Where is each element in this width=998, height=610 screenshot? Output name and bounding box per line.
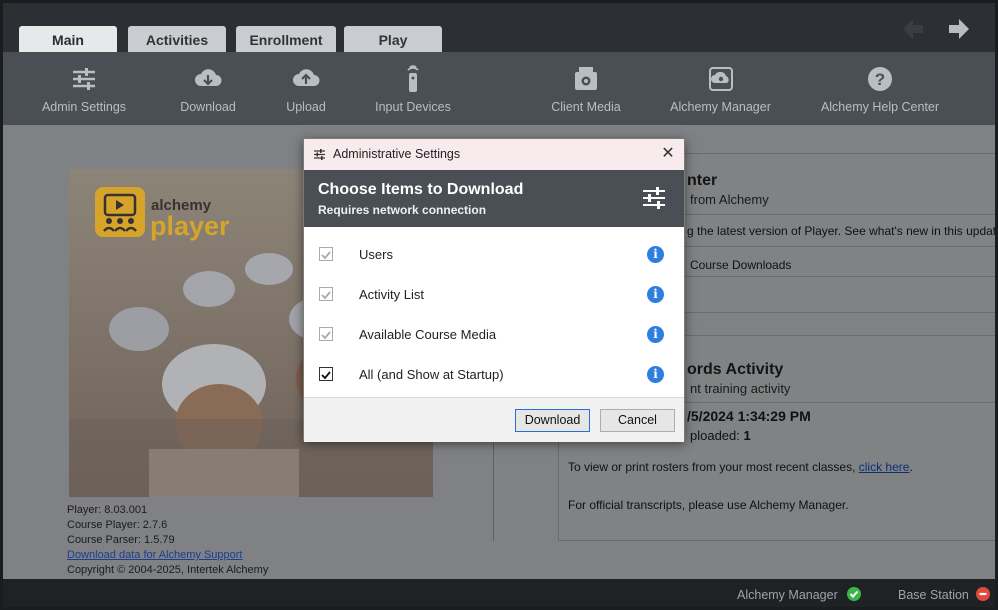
news-card-title: nter [687, 172, 718, 189]
info-icon[interactable]: i [647, 366, 664, 383]
player-info: Player: 8.03.001 Course Player: 2.7.6 Co… [67, 503, 268, 578]
dialog-footer: Download Cancel [304, 397, 684, 442]
remote-icon [407, 65, 419, 92]
admin-settings-label: Admin Settings [41, 100, 127, 114]
cloud-gear-icon [708, 67, 733, 91]
tab-bar: Main Activities Enrollment Play [3, 3, 995, 55]
admin-settings-button[interactable]: Admin Settings [39, 52, 129, 125]
roster-text-row: To view or print rosters from your most … [568, 460, 913, 474]
dialog-titlebar[interactable]: Administrative Settings ✕ [304, 139, 684, 170]
uploaded-count: 1 [743, 428, 751, 443]
alchemy-player-logo: alchemy player [95, 187, 230, 241]
dialog-heading: Choose Items to Download [318, 181, 524, 198]
upload-label: Upload [286, 100, 326, 114]
option-users: Users i [304, 235, 684, 275]
tab-play[interactable]: Play [344, 26, 442, 54]
info-icon[interactable]: i [647, 246, 664, 263]
dialog-subheading: Requires network connection [318, 203, 487, 217]
roster-link[interactable]: click here [859, 460, 910, 474]
upload-button[interactable]: Upload [261, 52, 351, 125]
dialog-title: Administrative Settings [333, 147, 461, 161]
tab-enrollment[interactable]: Enrollment [236, 26, 336, 54]
download-button[interactable]: Download [515, 409, 590, 432]
records-card-subtitle: nt training activity [690, 381, 791, 396]
all-checkbox[interactable] [319, 367, 333, 381]
dialog-header: Choose Items to Download Requires networ… [304, 170, 684, 227]
client-media-button[interactable]: Client Media [541, 52, 631, 125]
player-version: Player: 8.03.001 [67, 504, 148, 516]
support-download-link[interactable]: Download data for Alchemy Support [67, 549, 243, 561]
sliders-icon [73, 68, 95, 90]
input-devices-label: Input Devices [375, 100, 451, 114]
alchemy-manager-label: Alchemy Manager [670, 100, 771, 114]
client-media-label: Client Media [551, 100, 621, 114]
roster-text: To view or print rosters from your most … [568, 460, 856, 474]
option-activity-list: Activity List i [304, 275, 684, 315]
course-player-version: Course Player: 2.7.6 [67, 519, 168, 531]
users-label: Users [359, 247, 393, 262]
uploaded-label: ploaded: [690, 428, 740, 443]
records-card-title: ords Activity [687, 361, 784, 378]
news-card-subtitle: from Alchemy [690, 192, 769, 207]
news-card-update-text: g the latest version of Player. See what… [687, 224, 998, 238]
svg-text:?: ? [875, 70, 885, 89]
all-label[interactable]: All (and Show at Startup) [359, 367, 504, 382]
alchemy-manager-button[interactable]: Alchemy Manager [668, 52, 773, 125]
media-icon [575, 67, 597, 90]
activity-list-label: Activity List [359, 287, 425, 302]
tab-main[interactable]: Main [19, 26, 117, 54]
base-station-label: Base Station [898, 588, 969, 602]
close-icon[interactable]: ✕ [658, 144, 678, 164]
manager-status-icon [847, 587, 861, 601]
tab-activities[interactable]: Activities [128, 26, 226, 54]
admin-settings-dialog: Administrative Settings ✕ Choose Items t… [303, 138, 685, 442]
back-arrow-icon[interactable] [899, 15, 927, 43]
toolbar: Admin Settings Download Upload Input Dev… [3, 52, 995, 125]
copyright-text: Copyright © 2004-2025, Intertek Alchemy [67, 564, 269, 576]
course-media-label: Available Course Media [359, 327, 497, 342]
cloud-upload-icon [293, 69, 320, 86]
cloud-download-icon [195, 69, 222, 86]
info-icon[interactable]: i [647, 286, 664, 303]
roster-end: . [909, 460, 913, 474]
course-parser-version: Course Parser: 1.5.79 [67, 534, 175, 546]
base-station-status-icon [976, 587, 990, 601]
status-bar: Alchemy Manager Base Station [3, 579, 995, 607]
help-icon: ? [868, 67, 892, 91]
option-course-media: Available Course Media i [304, 315, 684, 355]
help-center-label: Alchemy Help Center [820, 100, 940, 114]
download-button[interactable]: Download [163, 52, 253, 125]
forward-arrow-icon[interactable] [945, 15, 973, 43]
sliders-icon [314, 149, 325, 160]
course-media-checkbox [319, 327, 333, 341]
cancel-button[interactable]: Cancel [600, 409, 675, 432]
info-icon[interactable]: i [647, 326, 664, 343]
input-devices-button[interactable]: Input Devices [368, 52, 458, 125]
uploaded-row: ploaded: 1 [690, 428, 751, 443]
download-label: Download [180, 100, 236, 114]
manager-status-label: Alchemy Manager [737, 588, 838, 602]
last-activity-datetime: /5/2024 1:34:29 PM [687, 408, 811, 424]
option-all: All (and Show at Startup) i [304, 355, 684, 395]
logo-product: player [150, 211, 230, 241]
transcripts-text: For official transcripts, please use Alc… [568, 498, 849, 512]
help-center-button[interactable]: ? Alchemy Help Center [818, 52, 942, 125]
users-checkbox [319, 247, 333, 261]
news-card-course-downloads[interactable]: Course Downloads [690, 258, 791, 272]
sliders-icon [643, 187, 665, 209]
activity-list-checkbox [319, 287, 333, 301]
